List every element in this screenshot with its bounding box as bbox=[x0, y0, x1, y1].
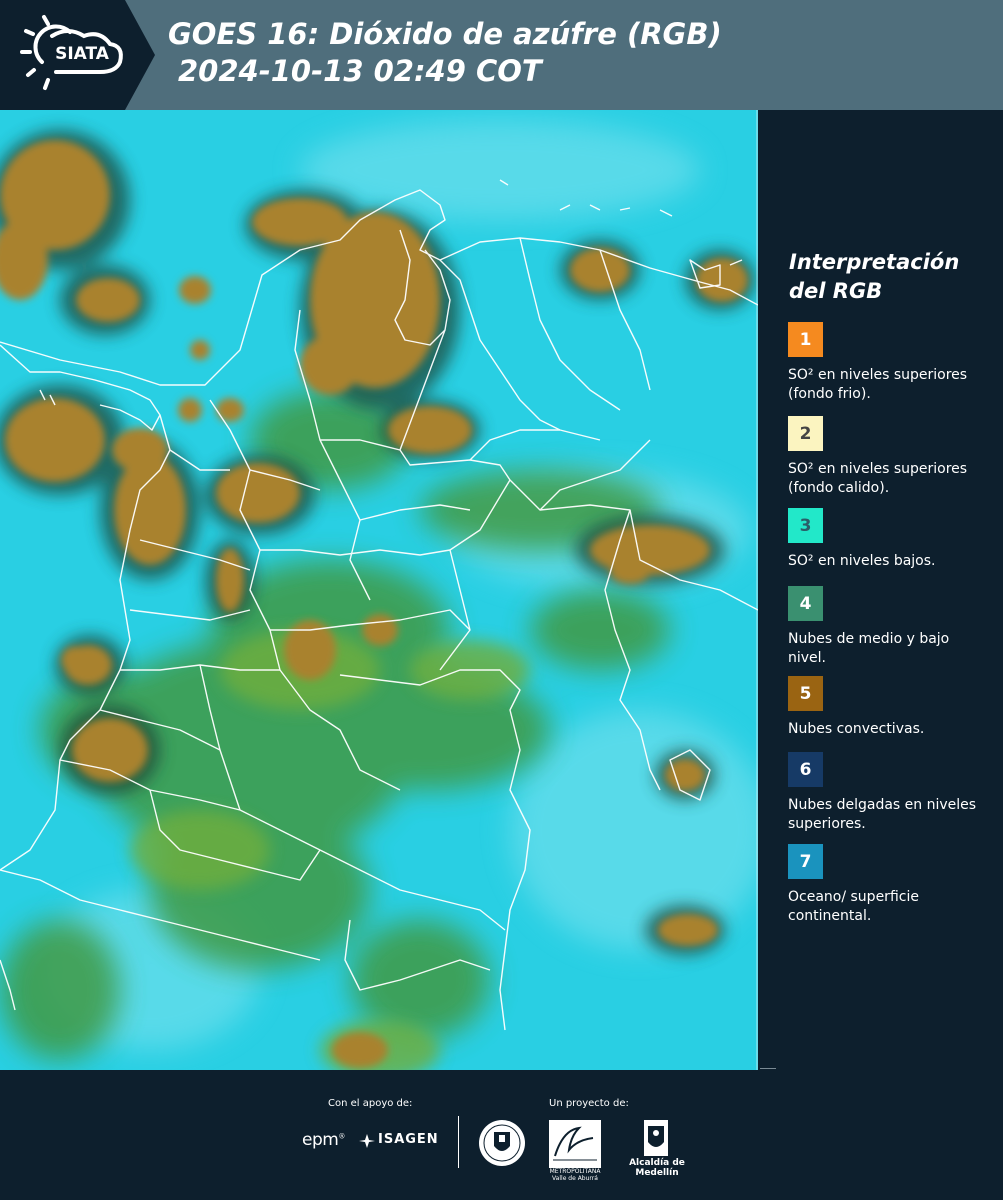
legend-item-6: 6 Nubes delgadas en niveles superiores. bbox=[788, 752, 998, 834]
epm-logo: epm® bbox=[302, 1130, 345, 1150]
epm-logo-text: epm bbox=[302, 1130, 339, 1150]
legend-item-7: 7 Oceano/ superficie continental. bbox=[788, 844, 998, 926]
legend-swatch: 3 bbox=[788, 508, 823, 543]
title-line-1: GOES 16: Dióxido de azúfre (RGB) bbox=[168, 17, 722, 51]
support-label: Con el apoyo de: bbox=[328, 1098, 413, 1109]
legend-label: SO² en niveles bajos. bbox=[788, 553, 936, 569]
legend-swatch: 2 bbox=[788, 416, 823, 451]
siata-logo: SIATA bbox=[0, 0, 155, 110]
legend-title: Interpretación del RGB bbox=[789, 248, 999, 306]
legend-swatch: 4 bbox=[788, 586, 823, 621]
area-metropolitana-logo bbox=[549, 1120, 601, 1168]
satellite-map[interactable] bbox=[0, 110, 758, 1070]
satellite-map-image bbox=[0, 110, 758, 1070]
legend-separator bbox=[760, 1068, 776, 1069]
page-title: GOES 16: Dióxido de azúfre (RGB) 2024-10… bbox=[168, 16, 998, 90]
isagen-logo-text: ISAGEN bbox=[378, 1132, 439, 1147]
legend-label: SO² en niveles superiores (fondo frio). bbox=[788, 367, 968, 402]
legend-label: Nubes convectivas. bbox=[788, 721, 925, 737]
legend-title-line-2: del RGB bbox=[789, 279, 883, 303]
footer-divider bbox=[458, 1116, 459, 1168]
legend-label: Nubes delgadas en niveles superiores. bbox=[788, 797, 977, 832]
medellin-seal-icon bbox=[479, 1120, 525, 1166]
alcaldia-shield-icon bbox=[644, 1120, 668, 1156]
alcaldia-text: Alcaldía de Medellín bbox=[629, 1158, 685, 1178]
siata-logo-text: SIATA bbox=[55, 44, 109, 64]
isagen-icon bbox=[359, 1134, 375, 1148]
area-metropolitana-icon bbox=[553, 1126, 597, 1161]
legend-swatch: 7 bbox=[788, 844, 823, 879]
legend-title-line-1: Interpretación bbox=[789, 250, 960, 274]
legend-label: Oceano/ superficie continental. bbox=[788, 889, 919, 924]
legend-panel: Interpretación del RGB 1 SO² en niveles s… bbox=[760, 110, 1003, 1070]
legend-item-4: 4 Nubes de medio y bajo nivel. bbox=[788, 586, 998, 668]
legend-item-3: 3 SO² en niveles bajos. bbox=[788, 508, 998, 571]
project-label: Un proyecto de: bbox=[549, 1098, 629, 1109]
legend-item-5: 5 Nubes convectivas. bbox=[788, 676, 998, 739]
legend-swatch: 1 bbox=[788, 322, 823, 357]
legend-swatch: 6 bbox=[788, 752, 823, 787]
legend-item-2: 2 SO² en niveles superiores (fondo calido… bbox=[788, 416, 998, 498]
legend-item-1: 1 SO² en niveles superiores (fondo frio). bbox=[788, 322, 998, 404]
area-metropolitana-text: METROPOLITANA Valle de Aburrá bbox=[549, 1168, 601, 1182]
legend-label: SO² en niveles superiores (fondo calido)… bbox=[788, 461, 968, 496]
footer: Con el apoyo de: Un proyecto de: epm® IS… bbox=[0, 1070, 1003, 1200]
legend-label: Nubes de medio y bajo nivel. bbox=[788, 631, 950, 666]
title-line-2: 2024-10-13 02:49 COT bbox=[178, 54, 542, 88]
legend-swatch: 5 bbox=[788, 676, 823, 711]
header-bar: SIATA GOES 16: Dióxido de azúfre (RGB) 2… bbox=[0, 0, 1003, 110]
